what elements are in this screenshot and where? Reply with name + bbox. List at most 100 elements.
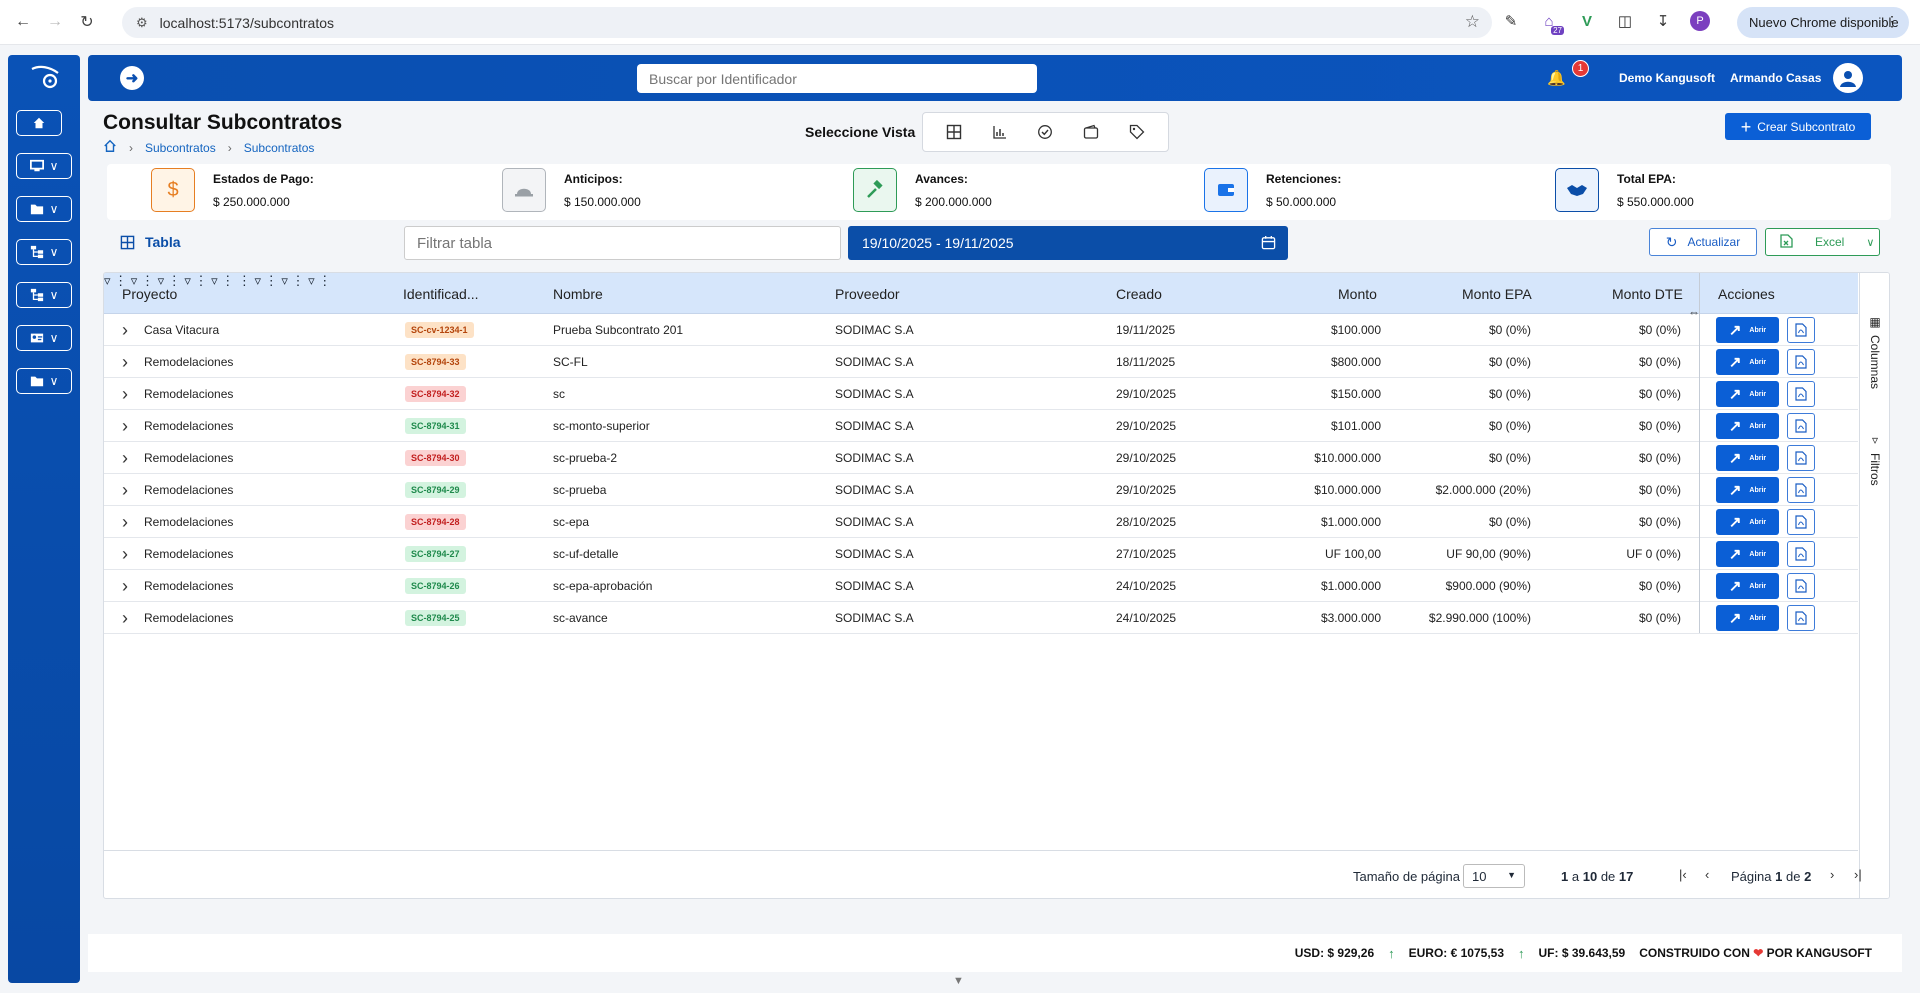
filter-icon[interactable]: ▿ [281, 273, 288, 288]
open-button[interactable]: ↗ Abrir [1716, 381, 1779, 407]
sidebar-monitor-menu[interactable]: ∨ [16, 153, 72, 179]
pdf-button[interactable] [1787, 541, 1815, 567]
table-filter-input[interactable] [404, 226, 841, 260]
pdf-button[interactable] [1787, 509, 1815, 535]
chevron-down-icon[interactable]: ∨ [1866, 236, 1874, 249]
table-row[interactable]: › Remodelaciones sc-uf-detalle SODIMAC S.A 2… [104, 538, 1858, 570]
table-row[interactable]: › Remodelaciones sc-avance SODIMAC S.A 24/10… [104, 602, 1858, 634]
bookmark-star-icon[interactable]: ☆ [1465, 12, 1480, 32]
calendar-icon[interactable] [1261, 235, 1276, 253]
create-subcontract-button[interactable]: + Crear Subcontrato [1725, 113, 1871, 140]
expand-row-chevron-icon[interactable]: › [122, 442, 128, 474]
scroll-down-icon[interactable]: ▼ [953, 975, 964, 987]
column-header-creado[interactable]: Creado [1116, 273, 1162, 314]
chrome-update-button[interactable]: Nuevo Chrome disponible ⋮ [1737, 7, 1909, 38]
reload-icon[interactable]: ↻ [78, 13, 96, 31]
column-header-proyecto[interactable]: Proyecto [122, 273, 177, 314]
expand-row-chevron-icon[interactable]: › [122, 570, 128, 602]
more-vert-icon[interactable]: ⋮ [1885, 13, 1899, 30]
check-circle-view-icon[interactable] [1030, 119, 1060, 145]
sidebar-home-button[interactable] [16, 110, 62, 136]
column-resize-handle-icon[interactable]: ⇔ [1688, 305, 1700, 319]
pdf-button[interactable] [1787, 605, 1815, 631]
expand-row-chevron-icon[interactable]: › [122, 314, 128, 346]
pdf-button[interactable] [1787, 573, 1815, 599]
open-button[interactable]: ↗ Abrir [1716, 477, 1779, 503]
column-menu-icon[interactable]: ⋮ [291, 273, 304, 288]
user-name[interactable]: Armando Casas [1730, 71, 1821, 85]
pdf-button[interactable] [1787, 317, 1815, 343]
refresh-button[interactable]: ↻ Actualizar [1649, 228, 1757, 256]
filters-panel-toggle[interactable]: ▿ Filtros [1868, 433, 1882, 486]
table-row[interactable]: › Remodelaciones sc SODIMAC S.A 29/10/2025 SC… [104, 378, 1858, 410]
table-row[interactable]: › Remodelaciones SC-FL SODIMAC S.A 18/11/202… [104, 346, 1858, 378]
table-row[interactable]: › Remodelaciones sc-epa SODIMAC S.A 28/10/20… [104, 506, 1858, 538]
sidebar-documents-menu[interactable]: ∨ [16, 368, 72, 394]
back-icon[interactable]: ← [14, 13, 32, 31]
column-header-monto[interactable]: Monto [1338, 273, 1377, 314]
tag-view-icon[interactable] [1122, 119, 1152, 145]
previous-page-icon[interactable]: ‹ [1705, 867, 1709, 882]
toggle-sidebar-arrow-icon[interactable]: ➜ [120, 66, 144, 90]
extension-home-icon[interactable]: ⌂ 27 [1538, 10, 1564, 35]
breadcrumb-home-icon[interactable] [103, 139, 117, 156]
wallet-view-icon[interactable] [1076, 119, 1106, 145]
filter-icon[interactable]: ▿ [255, 273, 262, 288]
profile-avatar[interactable]: P [1690, 11, 1710, 31]
last-page-icon[interactable]: ›| [1854, 867, 1862, 882]
company-name[interactable]: Demo Kangusoft [1619, 71, 1715, 85]
expand-row-chevron-icon[interactable]: › [122, 538, 128, 570]
filter-icon[interactable]: ▿ [308, 273, 315, 288]
eyedropper-icon[interactable]: ✎ [1500, 10, 1522, 32]
first-page-icon[interactable]: |‹ [1679, 867, 1687, 882]
chart-view-icon[interactable] [985, 119, 1015, 145]
puzzle-icon[interactable]: ◫ [1614, 10, 1636, 32]
column-menu-icon[interactable]: ⋮ [195, 273, 208, 288]
filter-icon[interactable]: ▿ [184, 273, 191, 288]
table-row[interactable]: › Remodelaciones sc-prueba-2 SODIMAC S.A 29/… [104, 442, 1858, 474]
open-button[interactable]: ↗ Abrir [1716, 509, 1779, 535]
open-button[interactable]: ↗ Abrir [1716, 317, 1779, 343]
sidebar-tree-menu[interactable]: ∨ [16, 239, 72, 265]
pdf-button[interactable] [1787, 445, 1815, 471]
pdf-button[interactable] [1787, 477, 1815, 503]
page-size-select[interactable]: 10 ▼ [1463, 864, 1525, 888]
column-header-proveedor[interactable]: Proveedor [835, 273, 900, 314]
column-menu-icon[interactable]: ⋮ [238, 273, 251, 288]
sidebar-tree-menu-2[interactable]: ∨ [16, 282, 72, 308]
table-row[interactable]: › Remodelaciones sc-epa-aprobación SODIMAC … [104, 570, 1858, 602]
sidebar-folder-menu[interactable]: ∨ [16, 196, 72, 222]
address-bar[interactable]: ⚙ localhost:5173/subcontratos ☆ [122, 7, 1492, 38]
column-menu-icon[interactable]: ⋮ [265, 273, 278, 288]
expand-row-chevron-icon[interactable]: › [122, 410, 128, 442]
breadcrumb-item[interactable]: Subcontratos [244, 141, 315, 155]
open-button[interactable]: ↗ Abrir [1716, 413, 1779, 439]
expand-row-chevron-icon[interactable]: › [122, 378, 128, 410]
download-icon[interactable]: ↧ [1652, 10, 1674, 32]
column-header-acciones[interactable]: Acciones [1718, 273, 1775, 314]
excel-export-button[interactable]: Excel ∨ [1765, 228, 1880, 256]
column-header-nombre[interactable]: Nombre [553, 273, 603, 314]
expand-row-chevron-icon[interactable]: › [122, 506, 128, 538]
tab-table[interactable]: Tabla [120, 234, 181, 250]
expand-row-chevron-icon[interactable]: › [122, 474, 128, 506]
pdf-button[interactable] [1787, 381, 1815, 407]
filter-icon[interactable]: ▿ [211, 273, 218, 288]
open-button[interactable]: ↗ Abrir [1716, 349, 1779, 375]
pdf-button[interactable] [1787, 349, 1815, 375]
identifier-search-input[interactable] [637, 64, 1037, 93]
column-header-monto-epa[interactable]: Monto EPA [1462, 273, 1532, 314]
breadcrumb-item[interactable]: Subcontratos [145, 141, 216, 155]
open-button[interactable]: ↗ Abrir [1716, 541, 1779, 567]
columns-panel-toggle[interactable]: ▦ Columnas [1868, 315, 1882, 389]
forward-icon[interactable]: → [46, 13, 64, 31]
date-range-picker[interactable]: 19/10/2025 - 19/11/2025 [848, 226, 1288, 260]
open-button[interactable]: ↗ Abrir [1716, 573, 1779, 599]
table-row[interactable]: › Remodelaciones sc-prueba SODIMAC S.A 29/10… [104, 474, 1858, 506]
site-info-icon[interactable]: ⚙ [136, 15, 148, 31]
table-row[interactable]: › Casa Vitacura Prueba Subcontrato 201 SODI… [104, 314, 1858, 346]
expand-row-chevron-icon[interactable]: › [122, 346, 128, 378]
bell-icon[interactable]: 🔔 [1547, 69, 1566, 87]
user-avatar-icon[interactable] [1833, 63, 1863, 93]
column-menu-icon[interactable]: ⋮ [221, 273, 234, 288]
